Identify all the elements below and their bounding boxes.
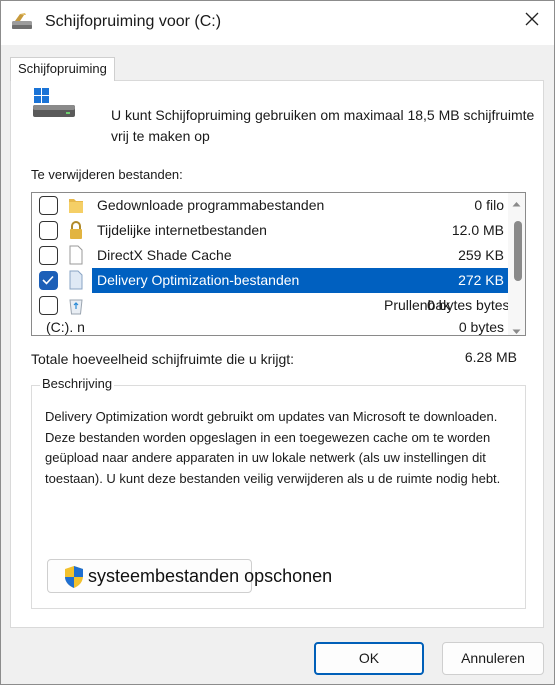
item-name: Gedownloade programmabestanden (97, 197, 325, 213)
cancel-button[interactable]: Annuleren (442, 642, 544, 675)
checkbox[interactable] (39, 196, 58, 215)
item-size: 12.0 MB (451, 222, 504, 238)
item-size: 259 KB (458, 247, 504, 263)
scroll-thumb[interactable] (514, 221, 522, 281)
description-text: Delivery Optimization wordt gebruikt om … (45, 409, 501, 486)
item-size: 0 filo (474, 197, 504, 213)
list-item[interactable]: Gedownloade programmabestanden 0 filo (32, 193, 507, 218)
disk-cleanup-dialog: Schijfopruiming voor (C:) Schijfopruimin… (0, 0, 555, 685)
files-to-delete-label: Te verwijderen bestanden: (31, 167, 183, 182)
item-size: 272 KB (458, 272, 504, 288)
document-icon (67, 270, 85, 290)
close-button[interactable] (509, 1, 554, 39)
window-title: Schijfopruiming voor (C:) (45, 13, 222, 30)
item-name: Tijdelijke internetbestanden (97, 222, 267, 238)
list-item[interactable]: Tijdelijke internetbestanden 12.0 MB (32, 218, 507, 243)
title-bar: Schijfopruiming voor (C:) (1, 1, 554, 45)
intro-line-1: U kunt Schijfopruiming gebruiken om maxi… (111, 107, 535, 123)
total-space-label: Totale hoeveelheid schijfruimte die u kr… (31, 351, 295, 367)
cleanup-system-files-button[interactable]: systeembestanden opschonen (47, 559, 332, 593)
intro-text: U kunt Schijfopruiming gebruiken om maxi… (111, 105, 543, 147)
item-size: 0 bytes (458, 319, 504, 335)
intro-line-2: vrij te maken op (111, 128, 210, 144)
tab-disk-cleanup[interactable]: Schijfopruiming (10, 57, 115, 81)
close-icon (525, 12, 539, 29)
list-item[interactable]: (C:). n 0 bytes (32, 315, 507, 335)
description-legend: Beschrijving (40, 376, 115, 391)
list-item-selected[interactable]: Delivery Optimization-bestanden 272 KB (32, 268, 508, 293)
files-list[interactable]: Gedownloade programmabestanden 0 filo Ti… (31, 192, 526, 336)
lock-icon (67, 220, 85, 240)
recycle-bin-icon (67, 295, 85, 315)
ok-button[interactable]: OK (314, 642, 424, 675)
folder-icon (67, 195, 85, 215)
scroll-up-icon[interactable] (512, 195, 521, 210)
checkbox-checked[interactable] (39, 271, 58, 290)
document-icon (67, 245, 85, 265)
scroll-down-icon[interactable] (512, 323, 521, 335)
item-name: Delivery Optimization-bestanden (97, 272, 300, 288)
windows-drive-icon (32, 86, 84, 126)
total-space-value: 6.28 MB (464, 349, 517, 365)
uac-shield-icon (63, 565, 85, 589)
checkbox[interactable] (39, 246, 58, 265)
disk-cleanup-icon (11, 12, 33, 32)
tab-panel: U kunt Schijfopruiming gebruiken om maxi… (10, 80, 544, 628)
checkbox[interactable] (39, 221, 58, 240)
item-name: DirectX Shade Cache (97, 247, 232, 263)
list-scrollbar[interactable] (508, 193, 525, 335)
item-name: (C:). n (46, 319, 85, 335)
list-item[interactable]: DirectX Shade Cache 259 KB (32, 243, 507, 268)
cleanup-button-label: systeembestanden opschonen (88, 566, 333, 586)
checkbox[interactable] (39, 296, 58, 315)
